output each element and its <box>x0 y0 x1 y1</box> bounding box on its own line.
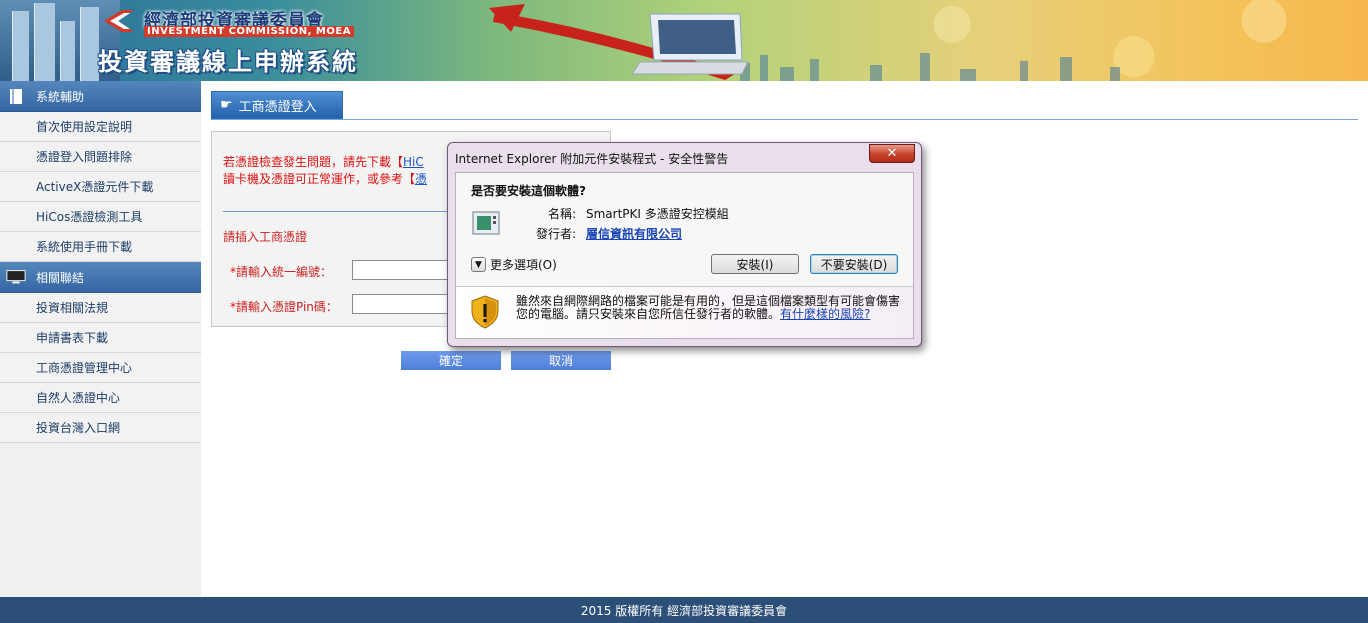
install-question: 是否要安裝這個軟體? <box>471 184 586 198</box>
ie-security-warning-dialog: Internet Explorer 附加元件安裝程式 - 安全性警告 ✕ 是否要… <box>447 142 922 347</box>
header-banner: 經濟部投資審議委員會 INVESTMENT COMMISSION, MOEA 投… <box>0 0 1368 81</box>
sidebar-item-activex-download[interactable]: ActiveX憑證元件下載 <box>0 172 201 202</box>
sidebar-item-regulations[interactable]: 投資相關法規 <box>0 293 201 323</box>
warning-message: 雖然來自網際網路的檔案可能是有用的，但是這個檔案類型有可能會傷害您的電腦。請只安… <box>516 294 901 321</box>
shield-warning-icon <box>471 295 499 329</box>
dialog-title: Internet Explorer 附加元件安裝程式 - 安全性警告 <box>455 152 729 166</box>
sidebar-section-title: 系統輔助 <box>36 89 85 104</box>
sidebar-item-troubleshoot[interactable]: 憑證登入問題排除 <box>0 142 201 172</box>
sidebar-item-invest-taiwan[interactable]: 投資台灣入口網 <box>0 413 201 443</box>
software-name: SmartPKI 多憑證安控模組 <box>586 207 729 221</box>
hicos-link[interactable]: HiC <box>403 155 424 169</box>
publisher-label: 發行者: <box>535 227 576 241</box>
sidebar-item-first-setup[interactable]: 首次使用設定說明 <box>0 112 201 142</box>
sidebar-item-moica[interactable]: 自然人憑證中心 <box>0 383 201 413</box>
dont-install-button[interactable]: 不要安裝(D) <box>810 254 898 274</box>
tab-underline <box>211 119 1358 120</box>
sidebar-section-title: 相關聯結 <box>36 270 85 285</box>
warning-area: 雖然來自網際網路的檔案可能是有用的，但是這個檔案類型有可能會傷害您的電腦。請只安… <box>456 287 913 338</box>
tab-label: 工商憑證登入 <box>238 99 317 115</box>
moea-logo-icon <box>104 10 134 32</box>
sidebar-item-manual-download[interactable]: 系統使用手冊下載 <box>0 232 201 262</box>
more-options-label: 更多選項(O) <box>490 258 557 272</box>
risk-link[interactable]: 有什麼樣的風險? <box>780 307 870 321</box>
software-package-icon <box>472 211 500 235</box>
sidebar-section-system-help: 系統輔助 <box>0 81 201 112</box>
sidebar-item-hicos-tool[interactable]: HiCos憑證檢測工具 <box>0 202 201 232</box>
cancel-button[interactable]: 取消 <box>511 351 611 370</box>
system-title: 投資審議線上申辦系統 <box>98 48 358 76</box>
reference-link[interactable]: 憑 <box>415 172 427 186</box>
sidebar-item-moeaca[interactable]: 工商憑證管理中心 <box>0 353 201 383</box>
sidebar: 系統輔助 首次使用設定說明 憑證登入問題排除 ActiveX憑證元件下載 HiC… <box>0 81 201 597</box>
dialog-body: 是否要安裝這個軟體? 名稱: SmartPKI 多憑證安控模組 發行者: 層信資… <box>455 172 914 339</box>
insert-certificate-label: 請插入工商憑證 <box>223 230 308 244</box>
sidebar-item-forms-download[interactable]: 申請書表下載 <box>0 323 201 353</box>
pin-label: *請輸入憑證Pin碼： <box>230 300 338 314</box>
org-name-en: INVESTMENT COMMISSION, MOEA <box>144 26 354 37</box>
tax-id-label: *請輸入統一編號： <box>230 265 333 279</box>
notice-line-2: 讀卡機及憑證可正常運作，或參考【憑 <box>223 172 428 186</box>
monitor-icon <box>6 268 26 286</box>
pointing-hand-icon: ☛ <box>220 97 233 113</box>
confirm-button[interactable]: 確定 <box>401 351 501 370</box>
more-options-toggle[interactable]: ▼ 更多選項(O) <box>471 256 557 273</box>
copyright-text: 2015 版權所有 經濟部投資審議委員會 <box>580 603 788 618</box>
publisher-value: 層信資訊有限公司 <box>586 225 682 242</box>
footer: 2015 版權所有 經濟部投資審議委員會 <box>0 597 1368 623</box>
notice-line-1: 若憑證檢查發生問題，請先下載【HiC <box>223 155 424 169</box>
laptop-graphic <box>631 13 749 75</box>
publisher-link[interactable]: 層信資訊有限公司 <box>586 227 682 241</box>
sidebar-section-related-links: 相關聯結 <box>0 262 201 293</box>
name-label: 名稱: <box>547 207 576 221</box>
install-button[interactable]: 安裝(I) <box>711 254 799 274</box>
chevron-down-icon: ▼ <box>471 257 486 272</box>
book-icon <box>6 87 26 105</box>
tab-certificate-login[interactable]: ☛ 工商憑證登入 <box>211 91 343 119</box>
close-button[interactable]: ✕ <box>869 144 915 163</box>
